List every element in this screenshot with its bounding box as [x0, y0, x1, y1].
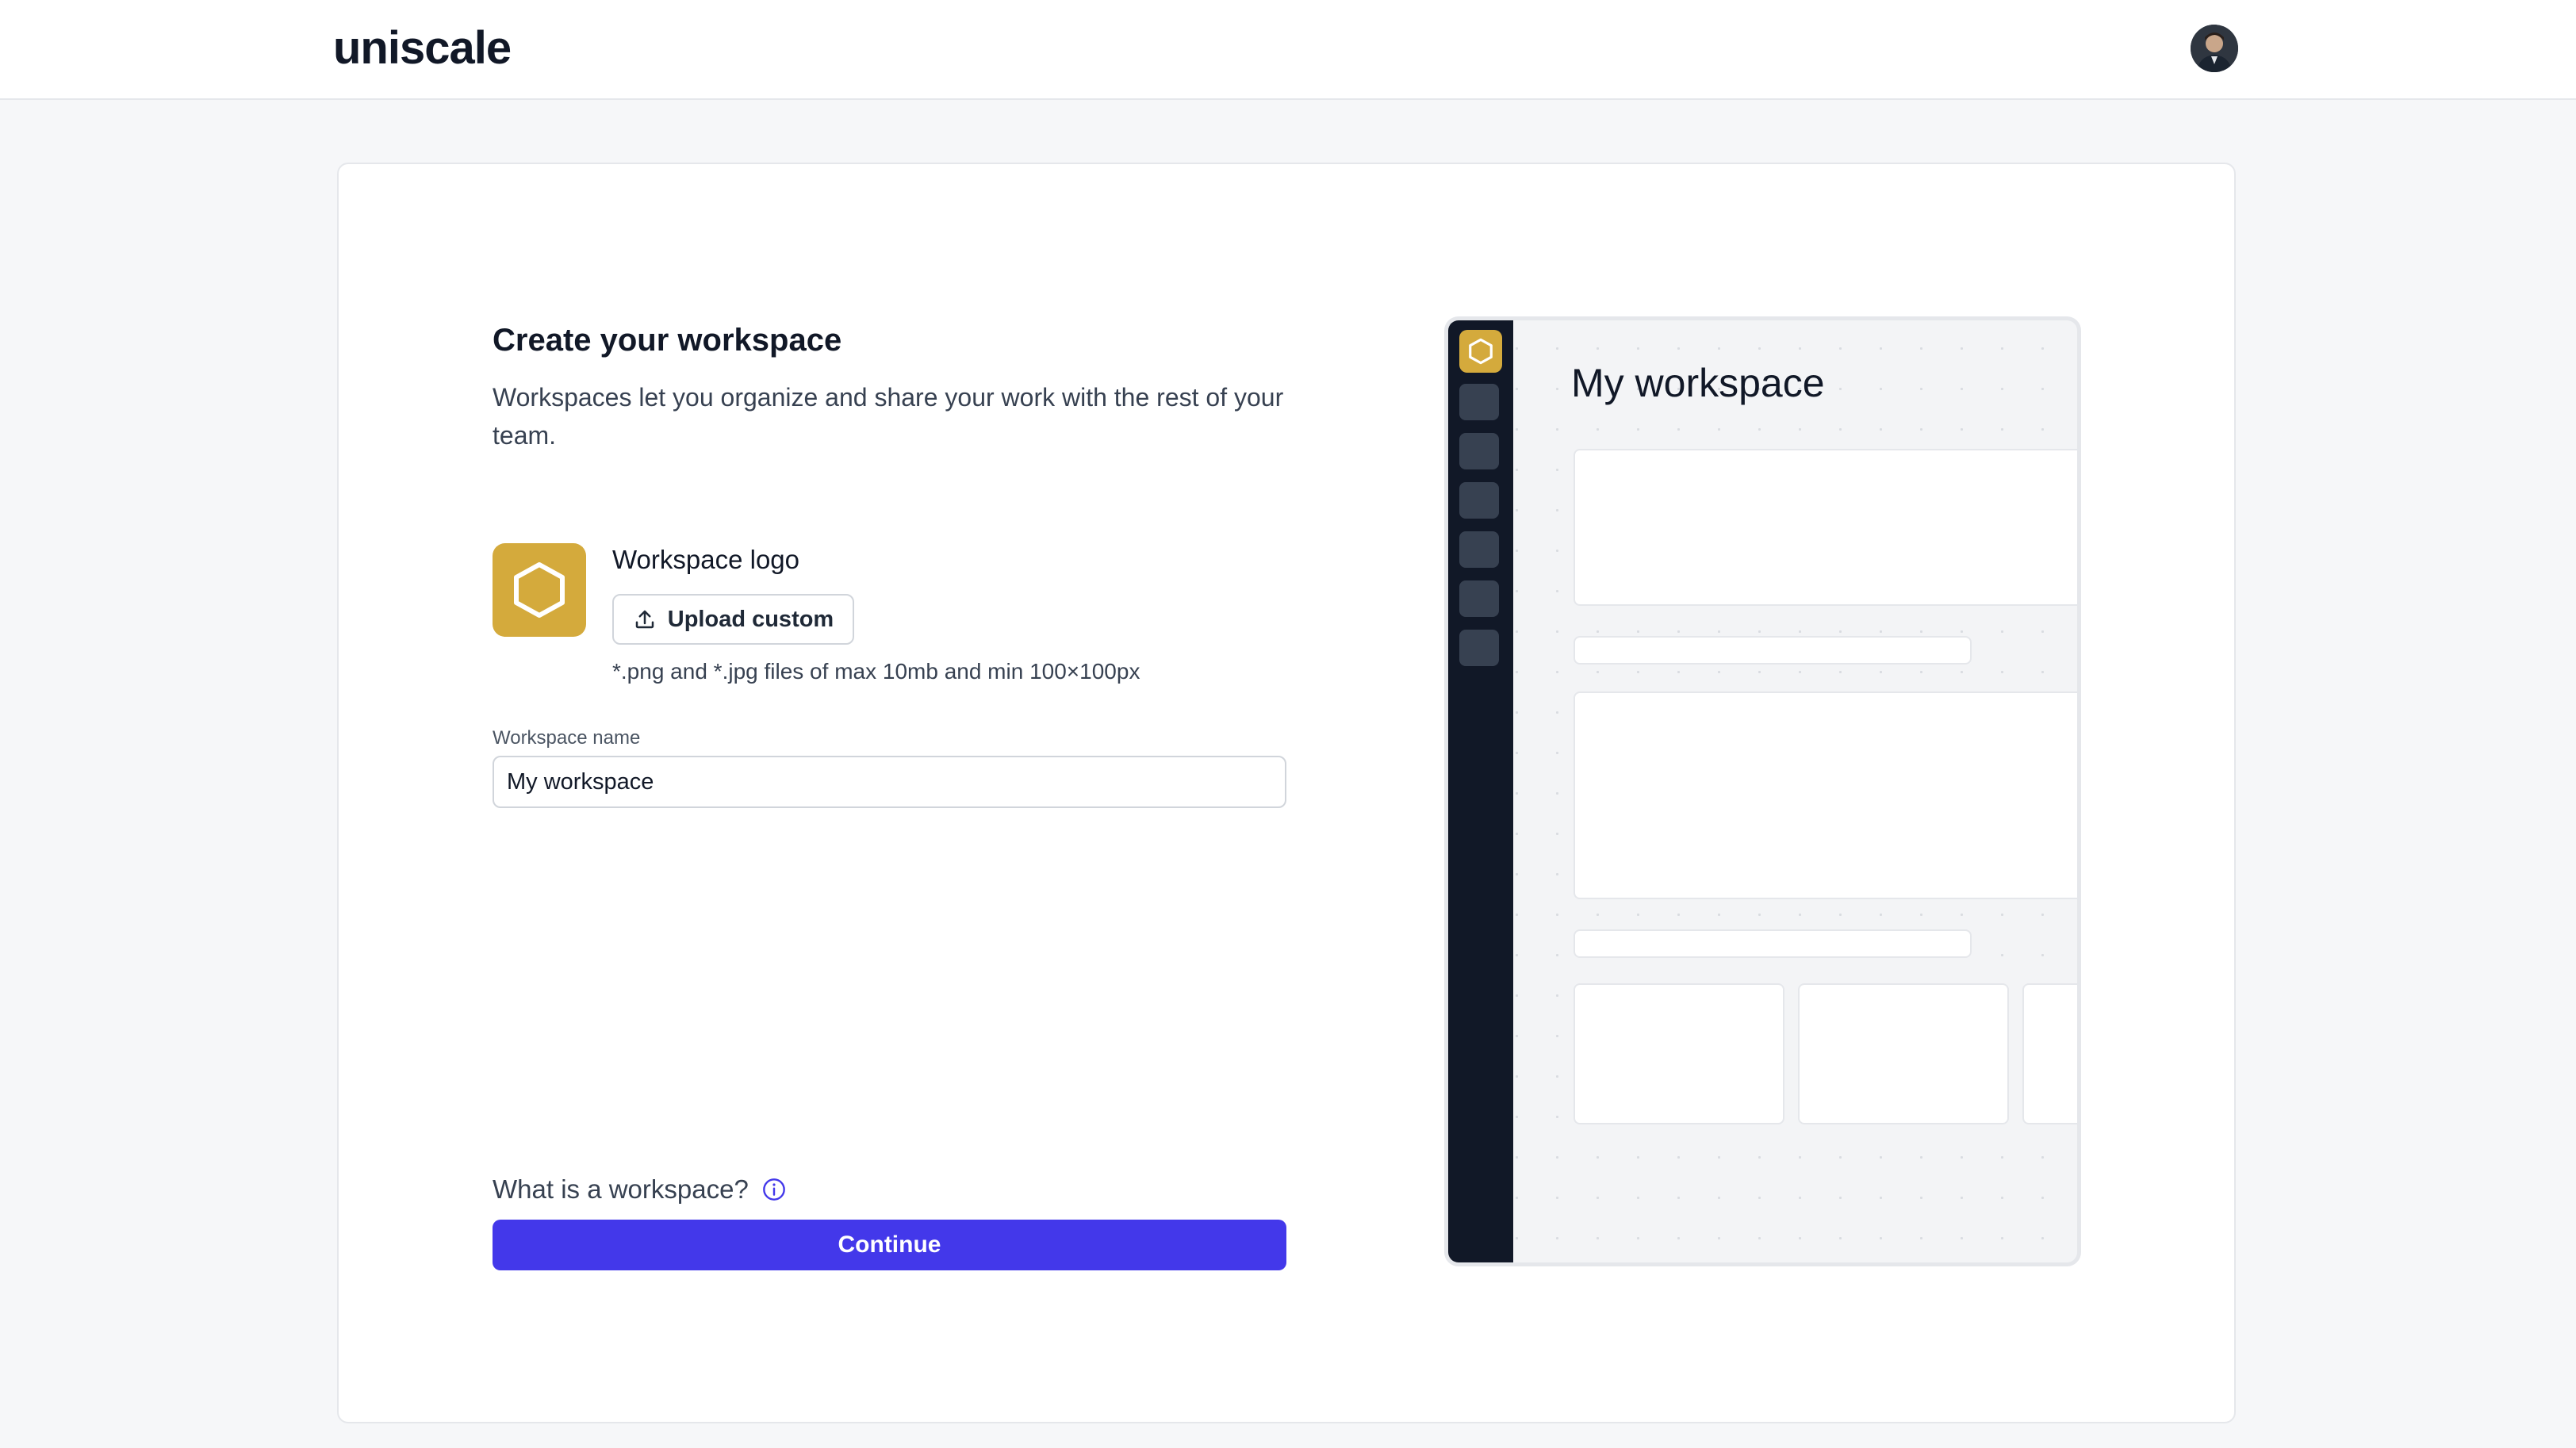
preview-nav-item — [1459, 384, 1499, 420]
workspace-logo-label: Workspace logo — [612, 545, 800, 574]
preview-placeholder-bar — [1574, 929, 1972, 958]
upload-custom-label: Upload custom — [667, 606, 834, 632]
preview-placeholder-block — [1574, 691, 2077, 899]
workspace-name-label: Workspace name — [493, 727, 641, 749]
preview-nav-item — [1459, 482, 1499, 519]
what-is-workspace-label: What is a workspace? — [493, 1174, 749, 1204]
what-is-workspace-link[interactable]: What is a workspace? — [493, 1174, 787, 1205]
hexagon-icon — [514, 562, 565, 618]
workspace-preview: My workspace — [1444, 316, 2081, 1266]
top-bar: uniscale — [0, 0, 2576, 100]
upload-custom-button[interactable]: Upload custom — [612, 594, 854, 645]
preview-placeholder-tile — [1574, 983, 1784, 1124]
info-icon[interactable] — [761, 1177, 787, 1202]
brand-logo[interactable]: uniscale — [333, 22, 517, 75]
file-requirements-hint: *.png and *.jpg files of max 10mb and mi… — [612, 659, 1140, 684]
continue-button[interactable]: Continue — [493, 1220, 1286, 1270]
preview-placeholder-block — [1574, 449, 2077, 606]
avatar-image — [2191, 25, 2238, 72]
preview-nav-item — [1459, 433, 1499, 469]
preview-nav-item — [1459, 580, 1499, 617]
preview-title: My workspace — [1571, 361, 1825, 405]
preview-placeholder-tile — [2022, 983, 2077, 1124]
svg-text:uniscale: uniscale — [333, 22, 511, 74]
preview-logo — [1459, 330, 1502, 373]
preview-sidebar — [1448, 320, 1513, 1262]
workspace-name-input[interactable] — [493, 756, 1286, 808]
user-avatar[interactable] — [2191, 25, 2238, 72]
page-title: Create your workspace — [493, 323, 842, 358]
preview-placeholder-bar — [1574, 636, 1972, 665]
page-subtitle: Workspaces let you organize and share yo… — [493, 383, 1284, 450]
preview-nav-item — [1459, 531, 1499, 568]
preview-placeholder-tile — [1798, 983, 2009, 1124]
hexagon-icon — [1469, 338, 1493, 365]
upload-icon — [635, 610, 654, 629]
preview-nav-item — [1459, 630, 1499, 666]
brand-wordmark: uniscale — [333, 22, 512, 74]
workspace-card: Create your workspace Workspaces let you… — [337, 163, 2236, 1423]
workspace-logo-preview — [493, 543, 586, 637]
